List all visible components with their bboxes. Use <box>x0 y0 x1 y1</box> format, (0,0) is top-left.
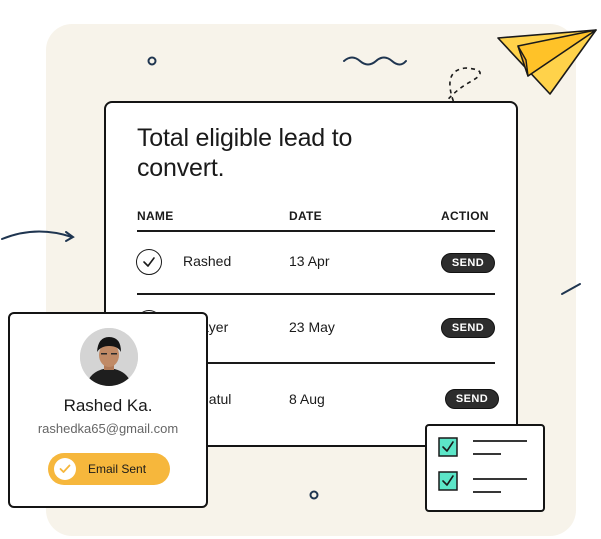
lead-name: Rashed <box>183 253 232 269</box>
column-header-date: DATE <box>289 209 322 223</box>
card-title: Total eligible lead to convert. <box>137 124 353 182</box>
decor-arrow-curve-left <box>1 230 75 242</box>
lead-date: 13 Apr <box>289 253 330 269</box>
check-circle-icon <box>136 249 162 275</box>
checkmark-icon <box>54 458 76 480</box>
send-button[interactable]: SEND <box>445 389 499 409</box>
decor-wave-top <box>343 56 407 66</box>
profile-card: Rashed Ka. rashedka65@gmail.com Email Se… <box>8 312 208 508</box>
email-sent-badge[interactable]: Email Sent <box>48 453 170 485</box>
profile-email: rashedka65@gmail.com <box>37 421 179 436</box>
column-header-name: NAME <box>137 209 174 223</box>
profile-name: Rashed Ka. <box>63 396 153 415</box>
checklist-card <box>425 424 545 512</box>
lead-date: 23 May <box>289 319 335 335</box>
checkbox-icon <box>438 437 527 493</box>
email-sent-label: Email Sent <box>88 462 147 476</box>
lead-date: 8 Aug <box>289 391 325 407</box>
header-divider <box>137 230 495 232</box>
decor-small-circle-top <box>147 56 157 66</box>
decor-small-circle-bottom <box>309 490 319 500</box>
column-header-action: ACTION <box>441 209 489 223</box>
avatar <box>80 328 138 386</box>
row-divider <box>137 293 495 295</box>
send-button[interactable]: SEND <box>441 318 495 338</box>
send-button[interactable]: SEND <box>441 253 495 273</box>
decor-dash-right <box>561 283 581 295</box>
